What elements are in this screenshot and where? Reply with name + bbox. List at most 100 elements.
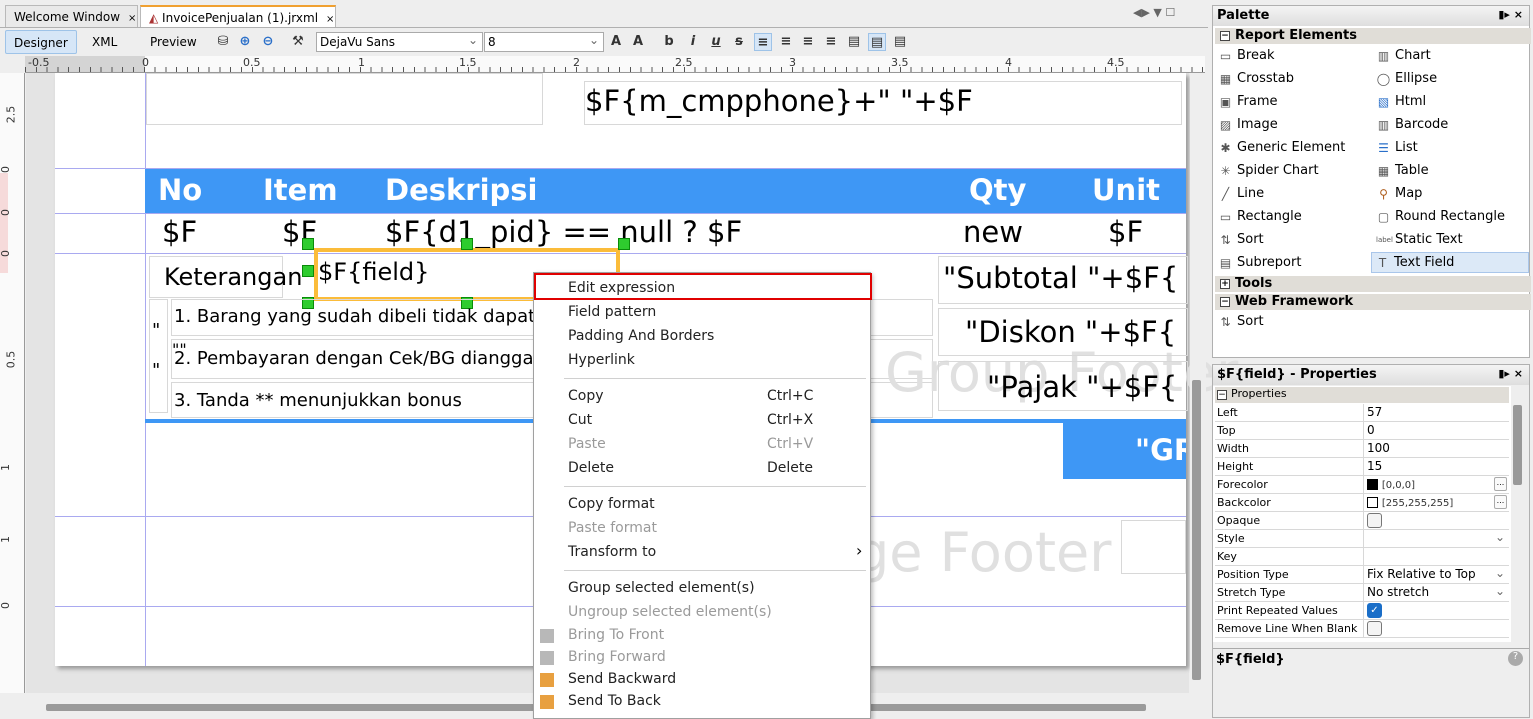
diskon-field[interactable]: "Diskon "+$F{ — [938, 308, 1188, 356]
menu-copy[interactable]: Copy — [568, 388, 604, 404]
zoom-in-icon[interactable]: ⊕ — [236, 33, 254, 51]
property-row-opaque[interactable]: Opaque — [1215, 512, 1509, 530]
format-tool-icon[interactable]: ⚒ — [289, 33, 307, 51]
tab-welcome-window[interactable]: Welcome Window × — [5, 5, 138, 27]
property-value-cell[interactable]: Fix Relative to Top ⌄ — [1363, 566, 1509, 583]
palette-item-crosstab[interactable]: ▦ Crosstab — [1215, 69, 1294, 90]
palette-item-subreport[interactable]: ▤ Subreport — [1215, 253, 1302, 274]
tab-scroll-arrows[interactable]: ◀▶ ▼ ☐ — [1133, 6, 1175, 19]
property-row-width[interactable]: Width 100 — [1215, 440, 1509, 458]
menu-ungroup[interactable]: Ungroup selected element(s) — [568, 604, 772, 620]
property-row-stretch-type[interactable]: Stretch Type No stretch ⌄ — [1215, 584, 1509, 602]
align-center-icon[interactable]: ≡ — [799, 33, 817, 51]
menu-send-backward[interactable]: Send Backward — [568, 671, 676, 687]
phone-field[interactable]: $F{m_cmpphone}+" "+$F — [584, 81, 1182, 125]
close-icon[interactable]: × — [326, 14, 334, 25]
align-right-icon[interactable]: ≡ — [822, 33, 840, 51]
property-value-cell[interactable]: 57 — [1363, 404, 1509, 421]
palette-item-image[interactable]: ▨ Image — [1215, 115, 1278, 136]
property-row-print-repeated-values[interactable]: Print Repeated Values ✓ — [1215, 602, 1509, 620]
strikethrough-icon[interactable]: s — [730, 33, 748, 51]
help-icon[interactable]: ? — [1508, 651, 1523, 666]
checkbox[interactable] — [1367, 513, 1382, 528]
property-value-cell[interactable]: ✓ — [1363, 602, 1509, 619]
tab-invoice-jrxml[interactable]: ◭ InvoicePenjualan (1).jrxml × — [140, 5, 336, 27]
decrease-font-icon[interactable]: A — [629, 33, 647, 51]
menu-bring-to-front[interactable]: Bring To Front — [568, 627, 664, 643]
palette-item-line[interactable]: ╱ Line — [1215, 184, 1264, 205]
property-row-forecolor[interactable]: Forecolor [0,0,0]... — [1215, 476, 1509, 494]
category-tools[interactable]: + Tools — [1215, 276, 1531, 292]
zoom-out-icon[interactable]: ⊖ — [259, 33, 277, 51]
menu-bring-forward[interactable]: Bring Forward — [568, 649, 666, 665]
palette-item-ellipse[interactable]: ◯ Ellipse — [1373, 69, 1437, 90]
menu-field-pattern[interactable]: Field pattern — [568, 304, 656, 320]
property-value-cell[interactable]: 100 — [1363, 440, 1509, 457]
font-family-select[interactable]: DejaVu Sans ⌄ — [316, 32, 483, 52]
property-value-cell[interactable]: No stretch ⌄ — [1363, 584, 1509, 601]
resize-handle[interactable] — [461, 238, 473, 250]
font-size-select[interactable]: 8 ⌄ — [484, 32, 604, 52]
align-top-icon[interactable]: ▤ — [845, 33, 863, 51]
property-row-left[interactable]: Left 57 — [1215, 404, 1509, 422]
resize-handle[interactable] — [302, 265, 314, 277]
property-row-key[interactable]: Key — [1215, 548, 1509, 566]
palette-item-break[interactable]: ▭ Break — [1215, 46, 1275, 67]
category-report-elements[interactable]: − Report Elements — [1215, 28, 1531, 44]
property-row-top[interactable]: Top 0 — [1215, 422, 1509, 440]
detail-qty[interactable]: new — [963, 215, 1023, 249]
checkbox[interactable] — [1367, 621, 1382, 636]
database-icon[interactable]: ⛁ — [214, 33, 232, 51]
property-value-cell[interactable]: 0 — [1363, 422, 1509, 439]
properties-scrollbar[interactable] — [1513, 405, 1522, 485]
menu-copy-format[interactable]: Copy format — [568, 496, 655, 512]
menu-paste[interactable]: Paste — [568, 436, 606, 452]
menu-padding-borders[interactable]: Padding And Borders — [568, 328, 714, 344]
menu-send-to-back[interactable]: Send To Back — [568, 693, 661, 709]
designer-button[interactable]: Designer — [5, 30, 77, 54]
panel-controls-icon[interactable]: ▮▸ × — [1498, 8, 1523, 21]
menu-edit-expression[interactable]: Edit expression — [568, 280, 675, 296]
increase-font-icon[interactable]: A — [607, 33, 625, 51]
menu-cut[interactable]: Cut — [568, 412, 592, 428]
palette-item-html[interactable]: ▧ Html — [1373, 92, 1426, 113]
palette-item-round-rectangle[interactable]: ▢ Round Rectangle — [1373, 207, 1505, 228]
palette-item-sort[interactable]: ⇅ Sort — [1215, 230, 1263, 251]
property-value-cell[interactable] — [1363, 620, 1509, 637]
align-bottom-icon[interactable]: ▤ — [891, 33, 909, 51]
ellipsis-button[interactable]: ... — [1494, 495, 1507, 509]
property-value-cell[interactable] — [1363, 548, 1509, 565]
property-value-cell[interactable]: ⌄ — [1363, 530, 1509, 547]
page-footer-box[interactable] — [1121, 520, 1186, 574]
property-row-backcolor[interactable]: Backcolor [255,255,255]... — [1215, 494, 1509, 512]
bold-icon[interactable]: b — [660, 33, 678, 51]
underline-icon[interactable]: u — [707, 33, 725, 51]
property-value-cell[interactable]: [0,0,0]... — [1363, 476, 1509, 493]
property-row-height[interactable]: Height 15 — [1215, 458, 1509, 476]
ellipsis-button[interactable]: ... — [1494, 477, 1507, 491]
align-middle-icon[interactable]: ▤ — [868, 33, 886, 51]
property-value-cell[interactable] — [1363, 512, 1509, 529]
panel-controls-icon[interactable]: ▮▸ × — [1498, 367, 1523, 380]
vertical-scrollbar[interactable] — [1190, 73, 1206, 693]
palette-item-web-sort[interactable]: ⇅ Sort — [1215, 312, 1263, 333]
xml-button[interactable]: XML — [84, 30, 125, 54]
checkbox[interactable]: ✓ — [1367, 603, 1382, 618]
property-row-position-type[interactable]: Position Type Fix Relative to Top ⌄ — [1215, 566, 1509, 584]
preview-button[interactable]: Preview — [142, 30, 205, 54]
menu-group[interactable]: Group selected element(s) — [568, 580, 755, 596]
pajak-field[interactable]: "Pajak "+$F{ — [938, 361, 1188, 411]
palette-item-frame[interactable]: ▣ Frame — [1215, 92, 1278, 113]
palette-item-generic-element[interactable]: ✱ Generic Element — [1215, 138, 1345, 159]
close-icon[interactable]: × — [128, 13, 136, 24]
resize-handle[interactable] — [618, 238, 630, 250]
menu-paste-format[interactable]: Paste format — [568, 520, 657, 536]
detail-no[interactable]: $F — [162, 215, 197, 249]
grand-total-field[interactable]: "GR — [1063, 423, 1186, 479]
palette-item-map[interactable]: ⚲ Map — [1373, 184, 1422, 205]
align-justify-icon[interactable]: ≡ — [777, 33, 795, 51]
menu-transform-to[interactable]: Transform to — [568, 544, 656, 560]
subtotal-field[interactable]: "Subtotal "+$F{ — [938, 256, 1188, 304]
menu-delete[interactable]: Delete — [568, 460, 614, 476]
detail-unit[interactable]: $F — [1108, 215, 1143, 249]
